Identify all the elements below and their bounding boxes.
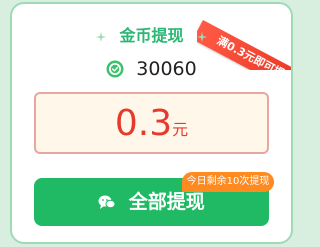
withdraw-amount-unit: 元 [172, 120, 189, 139]
coin-icon [106, 60, 124, 78]
dialog-title-row: 金币提现 [12, 22, 291, 45]
remaining-withdrawals-badge: 今日剩余10次提现 [182, 172, 274, 192]
withdraw-all-label: 全部提现 [128, 191, 205, 213]
withdraw-card: 满0.3元即可提现 金币提现 30060 0.3元 全部提现 今日剩余10次提现 [10, 2, 293, 244]
sparkle-icon [197, 31, 208, 42]
coin-balance: 30060 [136, 58, 197, 80]
withdraw-amount-box: 0.3元 [34, 92, 269, 154]
wechat-icon [98, 195, 116, 209]
coin-balance-row: 30060 [12, 58, 291, 84]
sparkle-icon [95, 31, 106, 42]
withdraw-amount: 0.3 [114, 103, 173, 144]
dialog-title: 金币提现 [119, 26, 184, 45]
